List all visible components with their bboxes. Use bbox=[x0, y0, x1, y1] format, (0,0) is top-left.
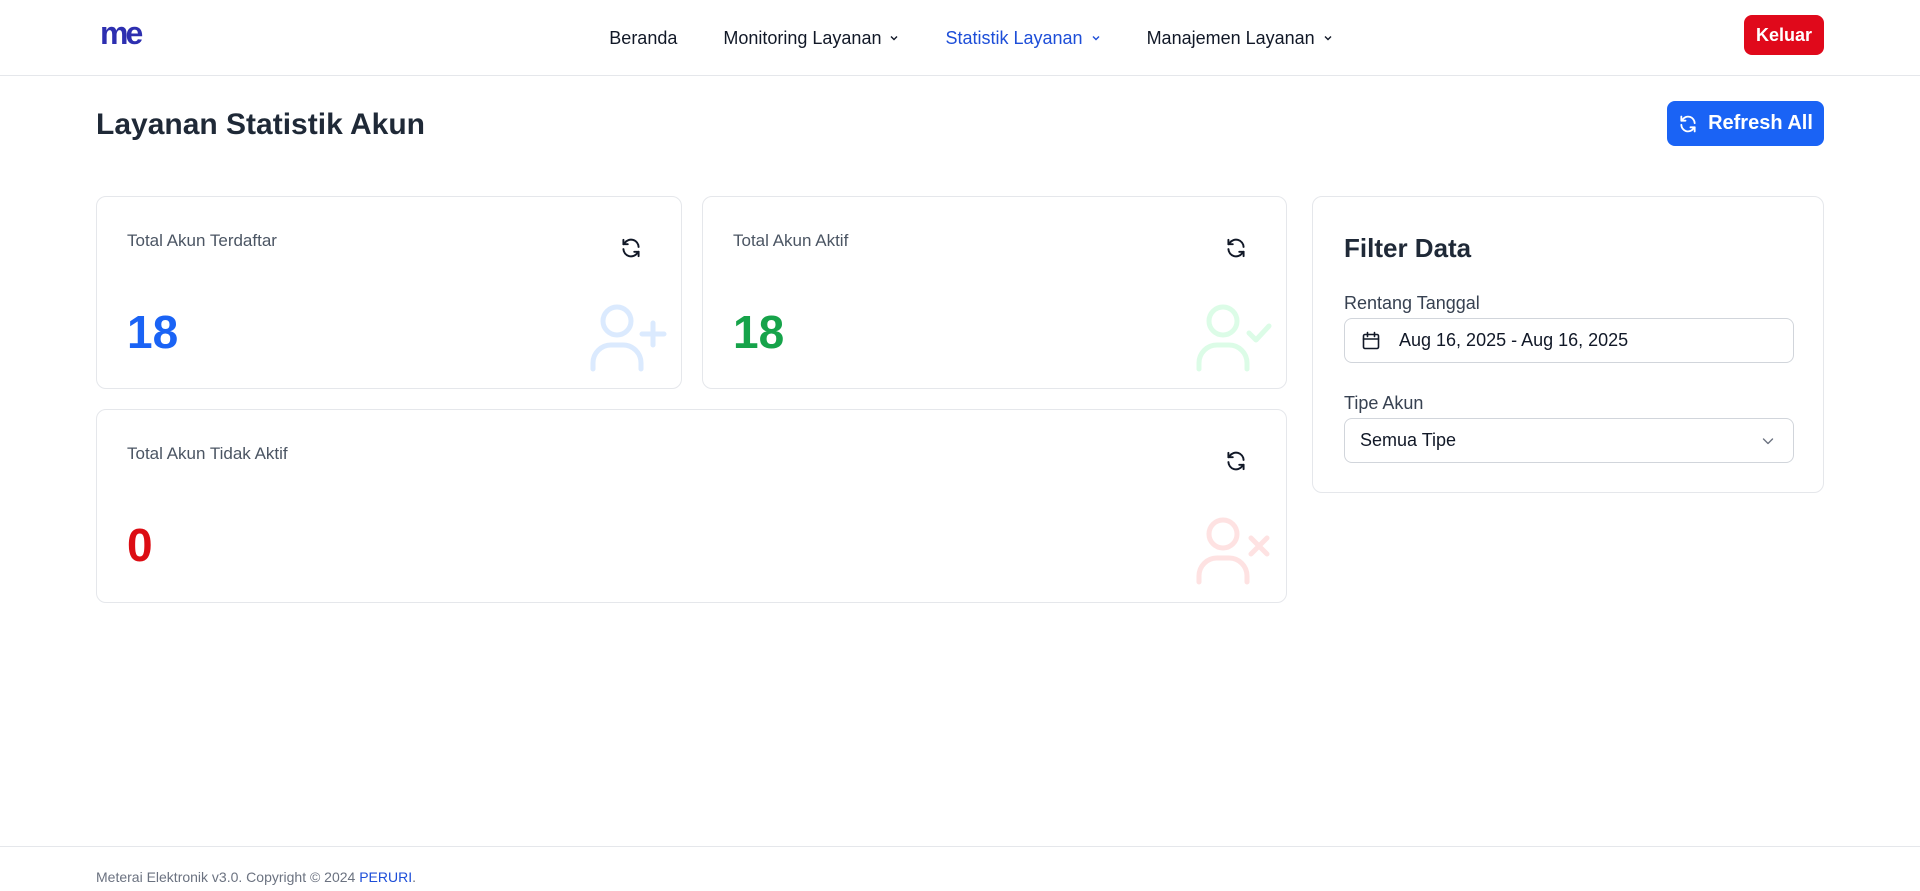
stat-card-value: 0 bbox=[127, 519, 153, 571]
stat-card-title: Total Akun Terdaftar bbox=[127, 231, 277, 250]
chevron-down-icon bbox=[1762, 437, 1774, 444]
stat-card-value: 18 bbox=[127, 306, 179, 358]
nav-item-statistik-layanan[interactable]: Statistik Layanan bbox=[945, 28, 1100, 49]
top-navbar: me Beranda Monitoring Layanan Statistik … bbox=[0, 0, 1920, 76]
user-plus-icon bbox=[590, 304, 667, 372]
date-range-label: Rentang Tanggal bbox=[1344, 293, 1480, 313]
stat-card-value: 18 bbox=[733, 306, 785, 358]
user-check-icon bbox=[1196, 304, 1272, 372]
footer: Meterai Elektronik v3.0. Copyright © 202… bbox=[0, 846, 1920, 891]
account-type-select[interactable]: Semua Tipe bbox=[1344, 418, 1794, 463]
account-type-value: Semua Tipe bbox=[1360, 430, 1457, 450]
stat-card-title: Total Akun Aktif bbox=[733, 231, 849, 250]
nav-item-manajemen-layanan[interactable]: Manajemen Layanan bbox=[1147, 28, 1333, 49]
svg-text:me: me bbox=[100, 16, 142, 51]
refresh-all-label: Refresh All bbox=[1708, 112, 1813, 134]
logout-button[interactable]: Keluar bbox=[1744, 15, 1824, 55]
chevron-down-icon bbox=[1092, 36, 1100, 41]
chevron-down-icon bbox=[1324, 36, 1332, 41]
date-range-value: Aug 16, 2025 - Aug 16, 2025 bbox=[1399, 330, 1629, 350]
nav-item-monitoring-layanan[interactable]: Monitoring Layanan bbox=[723, 28, 899, 49]
page-title: Layanan Statistik Akun bbox=[96, 108, 425, 141]
stat-card-registered: Total Akun Terdaftar 18 bbox=[96, 196, 682, 389]
stat-card-inactive: Total Akun Tidak Aktif 0 bbox=[96, 409, 1287, 603]
date-range-input[interactable]: Aug 16, 2025 - Aug 16, 2025 bbox=[1344, 318, 1794, 363]
peruri-link[interactable]: PERURI bbox=[359, 869, 412, 885]
calendar-icon bbox=[1362, 331, 1380, 349]
nav-item-label: Statistik Layanan bbox=[945, 27, 1083, 48]
stat-card-active: Total Akun Aktif 18 bbox=[702, 196, 1287, 389]
nav-item-label: Beranda bbox=[609, 27, 678, 48]
refresh-all-button[interactable]: Refresh All bbox=[1667, 101, 1824, 146]
footer-text: Meterai Elektronik v3.0. Copyright © 202… bbox=[96, 869, 416, 885]
refresh-icon bbox=[1680, 115, 1696, 132]
chevron-down-icon bbox=[890, 36, 898, 41]
refresh-icon[interactable] bbox=[618, 235, 644, 261]
refresh-icon[interactable] bbox=[1223, 235, 1249, 261]
footer-copyright: Meterai Elektronik v3.0. Copyright © 202… bbox=[96, 869, 360, 885]
nav-item-beranda[interactable]: Beranda bbox=[609, 28, 677, 49]
account-type-label: Tipe Akun bbox=[1344, 393, 1424, 413]
refresh-icon[interactable] bbox=[1223, 448, 1249, 474]
user-x-icon bbox=[1196, 517, 1270, 585]
filter-title: Filter Data bbox=[1344, 233, 1472, 263]
nav-item-label: Monitoring Layanan bbox=[723, 27, 882, 48]
me-logo-icon[interactable]: me bbox=[100, 16, 152, 52]
stat-card-title: Total Akun Tidak Aktif bbox=[127, 444, 288, 463]
footer-suffix: . bbox=[412, 869, 417, 885]
filter-panel: Filter Data Rentang Tanggal Aug 16, 2025… bbox=[1312, 196, 1824, 493]
nav-item-label: Manajemen Layanan bbox=[1146, 27, 1315, 48]
